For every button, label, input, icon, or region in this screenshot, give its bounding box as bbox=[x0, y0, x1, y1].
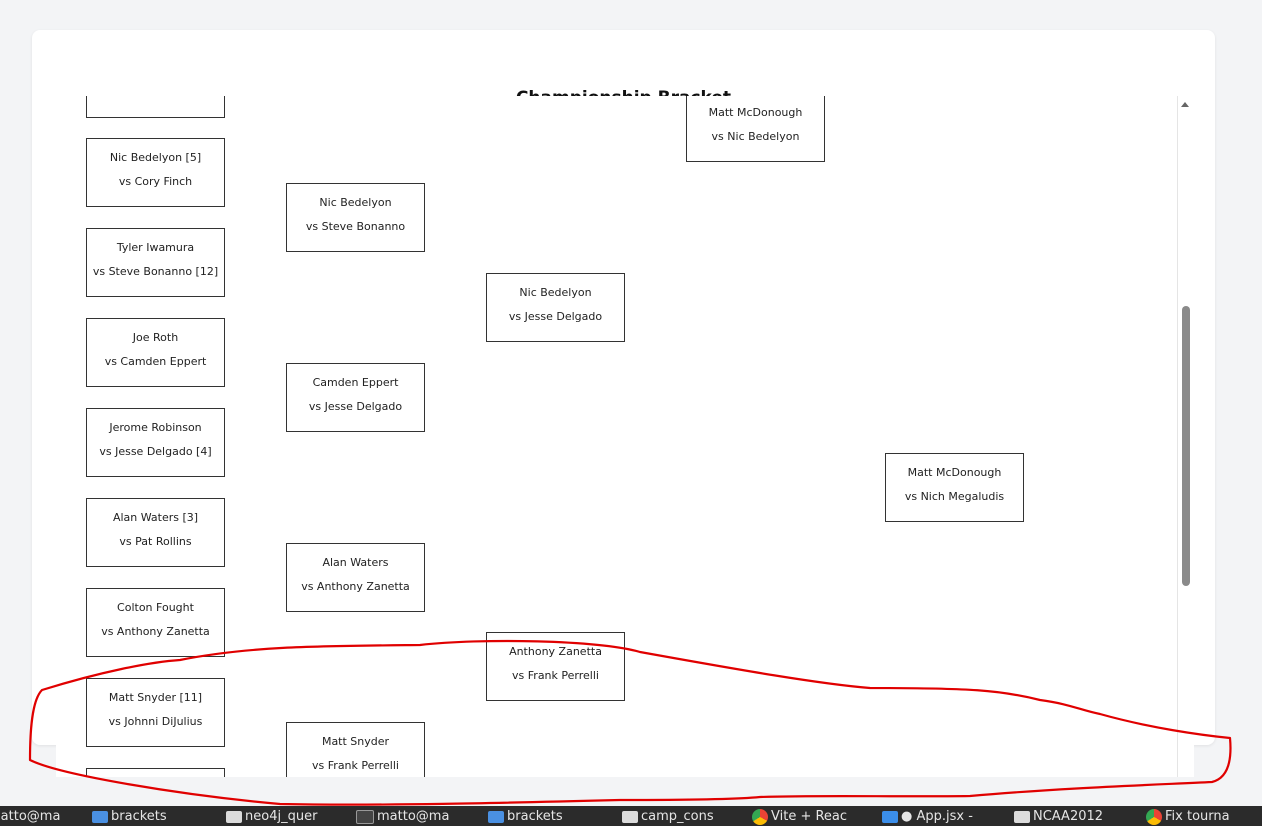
match-player: Anthony Zanetta bbox=[509, 645, 602, 658]
scroll-thumb[interactable] bbox=[1182, 306, 1190, 586]
match-r1-0[interactable] bbox=[86, 96, 225, 118]
scroll-up-arrow-icon[interactable] bbox=[1181, 102, 1189, 107]
match-opponent: vs Anthony Zanetta bbox=[101, 625, 210, 638]
match-player: Joe Roth bbox=[132, 331, 179, 344]
match-r1-4[interactable]: Jerome Robinson vs Jesse Delgado [4] bbox=[86, 408, 225, 477]
taskbar-item[interactable]: matto@ma bbox=[0, 806, 60, 826]
taskbar-item[interactable]: ● App.jsx - bbox=[882, 806, 973, 826]
taskbar-item[interactable]: Vite + Reac bbox=[752, 806, 847, 826]
taskbar-item[interactable]: NCAA2012 bbox=[1014, 806, 1103, 826]
match-opponent: vs Cory Finch bbox=[118, 175, 193, 188]
taskbar-item-label: brackets bbox=[507, 809, 563, 824]
taskbar-item[interactable]: matto@ma bbox=[356, 806, 449, 826]
match-player: Camden Eppert bbox=[312, 376, 399, 389]
taskbar-item[interactable]: neo4j_quer bbox=[226, 806, 317, 826]
match-opponent: vs Jesse Delgado bbox=[508, 310, 603, 323]
taskbar-item[interactable]: Fix tourna bbox=[1146, 806, 1230, 826]
match-opponent: vs Nic Bedelyon bbox=[711, 130, 800, 143]
vscode-icon bbox=[882, 810, 898, 823]
match-opponent: vs Jesse Delgado bbox=[308, 400, 403, 413]
match-player: Alan Waters bbox=[322, 556, 389, 569]
folder-icon bbox=[488, 810, 504, 823]
match-player: Matt Snyder [11] bbox=[108, 691, 203, 704]
taskbar-item[interactable]: brackets bbox=[488, 806, 563, 826]
match-opponent: vs Pat Rollins bbox=[119, 535, 192, 548]
match-player: Jerome Robinson bbox=[109, 421, 202, 434]
match-r1-8[interactable] bbox=[86, 768, 225, 777]
match-r2-2[interactable]: Alan Waters vs Anthony Zanetta bbox=[286, 543, 425, 612]
match-player: Alan Waters [3] bbox=[112, 511, 199, 524]
match-final[interactable]: Matt McDonough vs Nich Megaludis bbox=[885, 453, 1024, 522]
taskbar-item-label: matto@ma bbox=[0, 809, 61, 824]
taskbar-item-label: Vite + Reac bbox=[771, 809, 848, 824]
taskbar-item-label: matto@ma bbox=[377, 809, 450, 824]
taskbar-item-label: Fix tourna bbox=[1165, 809, 1230, 824]
match-r3-0[interactable]: Nic Bedelyon vs Jesse Delgado bbox=[486, 273, 625, 342]
os-taskbar: matto@ma brackets neo4j_quer matto@ma br… bbox=[0, 806, 1262, 826]
match-r1-6[interactable]: Colton Fought vs Anthony Zanetta bbox=[86, 588, 225, 657]
match-opponent: vs Frank Perrelli bbox=[312, 759, 399, 772]
match-r2-1[interactable]: Camden Eppert vs Jesse Delgado bbox=[286, 363, 425, 432]
match-opponent: vs Frank Perrelli bbox=[512, 669, 599, 682]
match-player: Nic Bedelyon [5] bbox=[109, 151, 202, 164]
match-opponent: vs Johnni DiJulius bbox=[108, 715, 203, 728]
chrome-icon bbox=[752, 808, 768, 825]
document-icon bbox=[226, 810, 242, 823]
chrome-icon bbox=[1146, 808, 1162, 825]
match-opponent: vs Anthony Zanetta bbox=[301, 580, 410, 593]
match-r3-1[interactable]: Anthony Zanetta vs Frank Perrelli bbox=[486, 632, 625, 701]
match-opponent: vs Steve Bonanno bbox=[305, 220, 406, 233]
taskbar-item[interactable]: camp_cons bbox=[622, 806, 714, 826]
match-player: Matt McDonough bbox=[708, 106, 803, 119]
match-opponent: vs Nich Megaludis bbox=[904, 490, 1005, 503]
bracket-scroll-area[interactable]: Nic Bedelyon [5] vs Cory Finch Tyler Iwa… bbox=[56, 96, 1177, 777]
match-player: Colton Fought bbox=[117, 601, 194, 614]
match-r1-5[interactable]: Alan Waters [3] vs Pat Rollins bbox=[86, 498, 225, 567]
match-r1-1[interactable]: Nic Bedelyon [5] vs Cory Finch bbox=[86, 138, 225, 207]
match-r1-7[interactable]: Matt Snyder [11] vs Johnni DiJulius bbox=[86, 678, 225, 747]
match-r1-2[interactable]: Tyler Iwamura vs Steve Bonanno [12] bbox=[86, 228, 225, 297]
match-opponent: vs Steve Bonanno [12] bbox=[92, 265, 219, 278]
taskbar-item-label: camp_cons bbox=[641, 809, 714, 824]
taskbar-item-label: ● App.jsx - bbox=[901, 809, 973, 824]
document-icon bbox=[622, 810, 638, 823]
match-player: Tyler Iwamura bbox=[116, 241, 195, 254]
taskbar-item[interactable]: brackets bbox=[92, 806, 167, 826]
taskbar-item-label: brackets bbox=[111, 809, 167, 824]
folder-icon bbox=[92, 810, 108, 823]
match-player: Matt McDonough bbox=[907, 466, 1002, 479]
match-r4-0[interactable]: Matt McDonough vs Nic Bedelyon bbox=[686, 96, 825, 162]
match-r2-0[interactable]: Nic Bedelyon vs Steve Bonanno bbox=[286, 183, 425, 252]
document-icon bbox=[1014, 810, 1030, 823]
terminal-icon bbox=[356, 809, 374, 824]
match-player: Nic Bedelyon bbox=[519, 286, 592, 299]
match-opponent: vs Camden Eppert bbox=[104, 355, 207, 368]
vertical-scrollbar[interactable] bbox=[1177, 96, 1194, 777]
match-opponent: vs Jesse Delgado [4] bbox=[99, 445, 212, 458]
taskbar-item-label: neo4j_quer bbox=[245, 809, 318, 824]
taskbar-item-label: NCAA2012 bbox=[1033, 809, 1104, 824]
match-r1-3[interactable]: Joe Roth vs Camden Eppert bbox=[86, 318, 225, 387]
match-player: Matt Snyder bbox=[321, 735, 390, 748]
match-player: Nic Bedelyon bbox=[319, 196, 392, 209]
match-r2-3[interactable]: Matt Snyder vs Frank Perrelli bbox=[286, 722, 425, 777]
